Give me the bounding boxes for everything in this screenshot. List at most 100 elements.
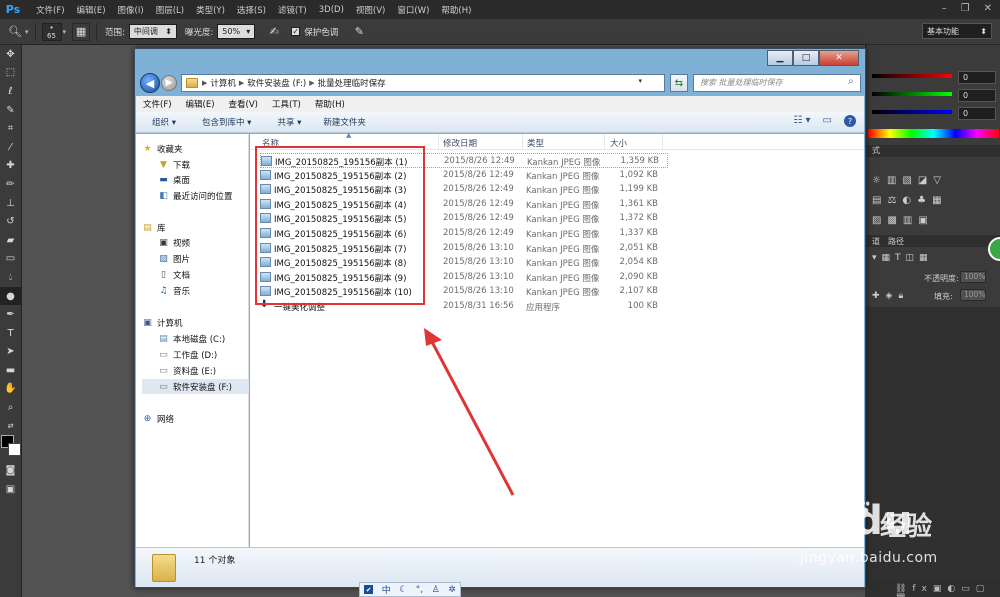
menu-help[interactable]: 帮助(H): [308, 98, 352, 110]
tool-preset-chevron-icon[interactable]: ▾: [25, 28, 29, 36]
brush-size-picker[interactable]: • 65: [41, 22, 62, 41]
menu-view[interactable]: 查看(V): [222, 98, 265, 110]
blue-slider-row[interactable]: 0: [872, 107, 996, 121]
workspace-select[interactable]: 基本功能 ⬍: [922, 23, 992, 39]
layer-footer-icons[interactable]: ⛓fx▣◐▭▢🗑︎: [895, 584, 1000, 597]
fill-field[interactable]: 100%: [960, 289, 986, 301]
hand-tool-icon[interactable]: ✋: [0, 380, 21, 399]
healing-tool-icon[interactable]: ✚: [0, 157, 21, 176]
eraser-tool-icon[interactable]: ▰: [0, 231, 21, 250]
red-slider-track[interactable]: [872, 74, 952, 78]
adjustment-icons-row-3[interactable]: ▨▩▥▣: [872, 215, 934, 226]
history-brush-tool-icon[interactable]: ↺: [0, 212, 21, 231]
nav-favorites[interactable]: ★ 收藏夹: [142, 141, 255, 156]
nav-computer[interactable]: ▣ 计算机: [142, 315, 255, 330]
nav-libraries[interactable]: ▤ 库: [142, 220, 255, 235]
ps-menu-layer[interactable]: 图层(L): [150, 4, 190, 16]
airbrush-icon[interactable]: ✍: [265, 23, 283, 41]
color-spectrum-bar[interactable]: [868, 129, 999, 138]
brush-tool-icon[interactable]: ✏: [0, 175, 21, 194]
ime-logo-icon[interactable]: ✔: [364, 585, 374, 594]
nav-drive-f[interactable]: ▭ 软件安装盘 (F:): [142, 379, 249, 394]
back-button[interactable]: ◀: [140, 73, 160, 93]
breadcrumb-current-folder[interactable]: 批量处理临时保存: [315, 77, 389, 89]
settings-icon[interactable]: ✲: [448, 585, 456, 595]
address-bar[interactable]: ▶ 计算机 ▶ 软件安装盘 (F:) ▶ 批量处理临时保存 ▾: [181, 74, 665, 92]
user-icon[interactable]: ♙: [432, 585, 440, 595]
pen-tool-icon[interactable]: ✒: [0, 305, 21, 324]
close-button[interactable]: ✕: [819, 50, 859, 66]
type-tool-icon[interactable]: T: [0, 324, 21, 343]
ps-menu-help[interactable]: 帮助(H): [435, 4, 477, 16]
exposure-input[interactable]: 50% ▾: [217, 24, 256, 39]
preview-pane-icon[interactable]: ▭: [823, 115, 832, 127]
blue-value-field[interactable]: 0: [958, 107, 996, 120]
red-slider-row[interactable]: 0: [872, 71, 996, 85]
share-button[interactable]: 共享 ▾: [269, 116, 309, 128]
path-select-tool-icon[interactable]: ➤: [0, 343, 21, 362]
eyedropper-tool-icon[interactable]: ⁄: [0, 138, 21, 157]
dodge-tool-icon[interactable]: ●: [0, 286, 21, 306]
ps-menu-window[interactable]: 窗口(W): [391, 4, 435, 16]
column-type[interactable]: 类型: [527, 137, 544, 149]
zoom-tool-icon[interactable]: ⌕: [0, 398, 21, 417]
move-tool-icon[interactable]: ✥: [0, 45, 21, 64]
column-size[interactable]: 大小: [610, 137, 627, 149]
dodge-tool-icon[interactable]: 🔍︎: [6, 23, 24, 41]
refresh-button[interactable]: ⇆: [670, 74, 688, 92]
new-folder-button[interactable]: 新建文件夹: [315, 116, 374, 128]
marquee-tool-icon[interactable]: ⬚: [0, 64, 21, 83]
adjustments-panel-tab[interactable]: 式: [866, 145, 1000, 157]
ps-menu-edit[interactable]: 编辑(E): [71, 4, 112, 16]
stamp-tool-icon[interactable]: ⊥: [0, 194, 21, 213]
view-options-icon[interactable]: ☷ ▾: [793, 115, 810, 127]
ps-menu-file[interactable]: 文件(F): [30, 4, 71, 16]
quick-mask-icon[interactable]: ◙: [0, 461, 21, 480]
red-value-field[interactable]: 0: [958, 71, 996, 84]
ps-menu-3d[interactable]: 3D(D): [313, 5, 350, 15]
opacity-field[interactable]: 100%: [960, 271, 986, 283]
organize-button[interactable]: 组织 ▾: [144, 116, 184, 128]
brush-chevron-icon[interactable]: ▾: [63, 28, 67, 36]
ps-menu-image[interactable]: 图像(I): [112, 4, 150, 16]
ps-menu-type[interactable]: 类型(Y): [190, 4, 231, 16]
menu-file[interactable]: 文件(F): [136, 98, 179, 110]
green-value-field[interactable]: 0: [958, 89, 996, 102]
screen-mode-icon[interactable]: ▣: [0, 480, 21, 499]
minimize-button[interactable]: ▁: [767, 50, 793, 66]
search-input[interactable]: 搜索 批量处理临时保存: [693, 74, 861, 92]
swap-colors-icon[interactable]: ⇄: [0, 417, 21, 436]
close-icon[interactable]: ✕: [984, 3, 992, 14]
breadcrumb-computer[interactable]: 计算机: [207, 77, 239, 89]
green-badge-icon[interactable]: [988, 237, 1000, 261]
nav-network[interactable]: ⊕ 网络: [142, 411, 255, 426]
menu-tools[interactable]: 工具(T): [265, 98, 308, 110]
forward-button[interactable]: ▶: [161, 75, 177, 91]
background-color-swatch[interactable]: [8, 443, 21, 457]
include-in-library-button[interactable]: 包含到库中 ▾: [194, 116, 259, 128]
menu-edit[interactable]: 编辑(E): [179, 98, 222, 110]
brush-panel-icon[interactable]: ▦: [72, 22, 91, 41]
protect-tone-checkbox[interactable]: ✓: [291, 27, 301, 36]
adjustment-icons-row-1[interactable]: ☼▥▧◪▽: [872, 175, 947, 186]
help-icon[interactable]: ?: [844, 115, 856, 127]
ps-menu-filter[interactable]: 滤镜(T): [272, 4, 313, 16]
search-icon[interactable]: ⌕: [848, 76, 854, 87]
shape-tool-icon[interactable]: ▬: [0, 361, 21, 380]
gradient-tool-icon[interactable]: ▭: [0, 250, 21, 269]
address-dropdown-icon[interactable]: ▾: [638, 77, 642, 85]
column-date[interactable]: 修改日期: [443, 137, 477, 149]
range-select[interactable]: 中间调 ⬍: [128, 24, 177, 39]
paths-tab[interactable]: 路径: [888, 236, 904, 247]
minimize-icon[interactable]: –: [942, 3, 947, 14]
green-slider-row[interactable]: 0: [872, 89, 996, 103]
blur-tool-icon[interactable]: 💧︎: [0, 268, 21, 287]
quick-select-tool-icon[interactable]: ✎: [0, 101, 21, 120]
lock-icons[interactable]: ✚◈🔒︎: [872, 291, 909, 301]
maximize-button[interactable]: □: [793, 50, 819, 66]
lasso-tool-icon[interactable]: ℓ: [0, 82, 21, 101]
ps-menu-select[interactable]: 选择(S): [231, 4, 272, 16]
punctuation-icon[interactable]: °,: [416, 585, 423, 595]
blue-slider-track[interactable]: [872, 110, 952, 114]
channels-tab[interactable]: 道: [872, 236, 880, 247]
